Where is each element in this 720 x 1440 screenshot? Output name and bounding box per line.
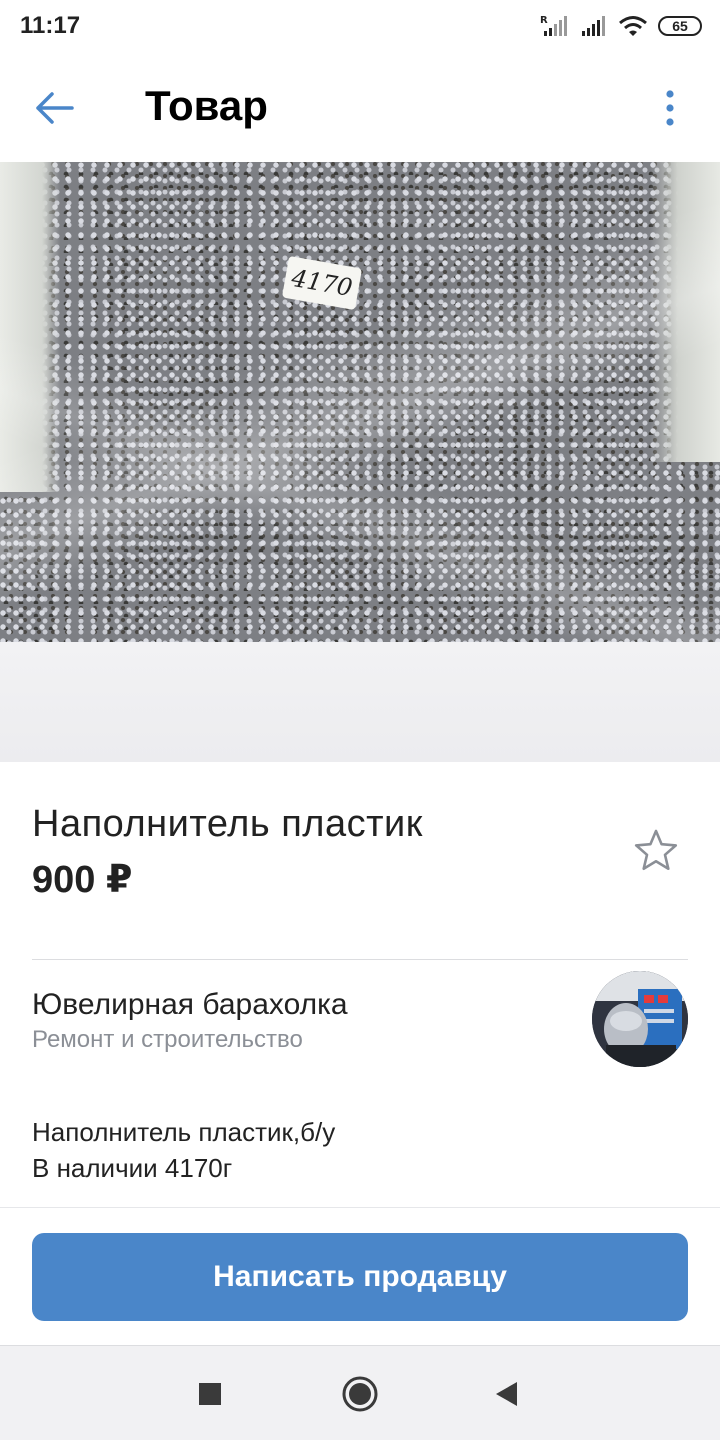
star-icon [634, 829, 678, 870]
product-screen: 11:17 R 65 Товар 4170 Наполнитель пласти… [0, 0, 720, 1440]
product-photo[interactable]: 4170 [0, 162, 720, 642]
signal-icon [582, 16, 605, 36]
action-bar: Написать продавцу [0, 1207, 720, 1345]
favorite-button[interactable] [628, 822, 684, 878]
product-price: 900 ₽ [32, 859, 133, 901]
seller-category: Ремонт и строительство [32, 1026, 303, 1053]
arrow-left-icon [36, 92, 74, 124]
description-line: Наполнитель пластик,б/у [32, 1117, 336, 1147]
product-title: Наполнитель пластик [32, 803, 423, 845]
seller-avatar[interactable] [592, 971, 688, 1067]
svg-text:R: R [540, 15, 548, 26]
signal-roaming-icon: R [540, 15, 567, 36]
status-bar: 11:17 R 65 [0, 0, 720, 52]
more-vertical-icon [666, 90, 674, 126]
wifi-icon [619, 16, 647, 36]
more-options-button[interactable] [642, 80, 698, 136]
description-line: В наличии 4170г [32, 1153, 233, 1183]
status-icons: R 65 [540, 12, 702, 40]
circle-icon [342, 1376, 378, 1412]
app-header: Товар [0, 52, 720, 162]
square-icon [199, 1383, 221, 1405]
product-description: Наполнитель пластик,б/у В наличии 4170г [32, 1114, 688, 1186]
back-button[interactable] [26, 80, 82, 136]
write-seller-button[interactable]: Написать продавцу [32, 1233, 688, 1321]
photo-plastic-bag-sheen [0, 162, 720, 642]
seller-name[interactable]: Ювелирная барахолка [32, 986, 348, 1024]
home-button[interactable] [338, 1372, 382, 1416]
back-nav-button[interactable] [484, 1372, 528, 1416]
system-nav-bar [0, 1345, 720, 1440]
recent-apps-button[interactable] [188, 1372, 232, 1416]
seller-avatar-image [592, 971, 688, 1067]
photo-gallery-spacer [0, 642, 720, 762]
divider [32, 959, 688, 960]
battery-icon: 65 [658, 16, 702, 36]
status-time: 11:17 [20, 12, 81, 39]
page-title: Товар [145, 82, 268, 129]
triangle-back-icon [496, 1382, 517, 1406]
